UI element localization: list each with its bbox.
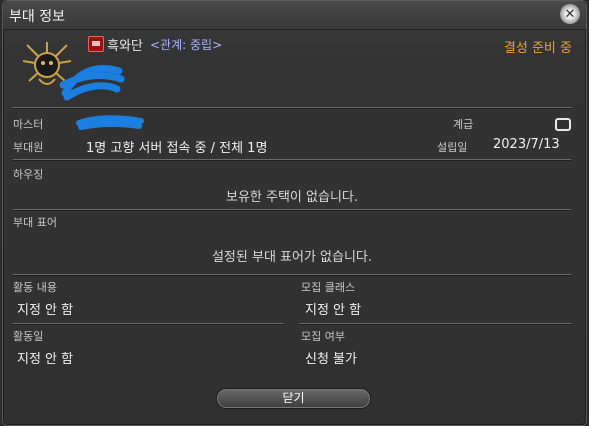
founded-value: 2023/7/13 bbox=[493, 137, 560, 152]
divider bbox=[299, 323, 571, 324]
recruiting-label: 모집 여부 bbox=[301, 330, 345, 343]
redacted-scribble bbox=[59, 65, 125, 101]
recruiting-value: 신청 불가 bbox=[305, 352, 357, 367]
recruit-class-value: 지정 안 함 bbox=[305, 303, 362, 318]
housing-label: 하우징 bbox=[13, 168, 44, 181]
company-info-window: 부대 정보 ✕ 흑와단 <관계: 중립> 결성 준비 중 마스터 계급 부대원 … bbox=[2, 0, 587, 426]
activity-value: 지정 안 함 bbox=[17, 303, 74, 318]
rank-icon bbox=[555, 118, 571, 131]
window-title: 부대 정보 bbox=[9, 9, 65, 25]
divider bbox=[13, 323, 283, 324]
divider bbox=[13, 107, 571, 108]
divider bbox=[13, 209, 571, 210]
redacted-master-name bbox=[76, 115, 144, 130]
divider bbox=[13, 274, 571, 275]
slogan-label: 부대 표어 bbox=[13, 216, 57, 229]
master-label: 마스터 bbox=[13, 118, 44, 131]
activity-label: 활동 내용 bbox=[13, 281, 57, 294]
rank-label: 계급 bbox=[453, 118, 474, 131]
company-name: 흑와단 bbox=[107, 39, 143, 54]
recruit-class-label: 모집 클래스 bbox=[301, 281, 356, 294]
founded-label: 설립일 bbox=[437, 141, 468, 154]
active-days-label: 활동일 bbox=[13, 330, 44, 343]
relation-label: <관계: 중립> bbox=[150, 38, 223, 52]
company-tag-icon bbox=[88, 36, 104, 52]
members-value: 1명 고향 서버 접속 중 / 전체 1명 bbox=[86, 141, 268, 156]
active-days-value: 지정 안 함 bbox=[17, 352, 74, 367]
title-bar[interactable]: 부대 정보 ✕ bbox=[3, 1, 586, 30]
close-icon[interactable]: ✕ bbox=[560, 4, 580, 24]
housing-value: 보유한 주택이 없습니다. bbox=[226, 190, 358, 205]
company-status: 결성 준비 중 bbox=[503, 41, 572, 56]
slogan-value: 설정된 부대 표어가 없습니다. bbox=[211, 250, 373, 265]
members-label: 부대원 bbox=[13, 141, 44, 154]
close-button[interactable]: 닫기 bbox=[216, 388, 371, 409]
divider bbox=[13, 159, 571, 160]
